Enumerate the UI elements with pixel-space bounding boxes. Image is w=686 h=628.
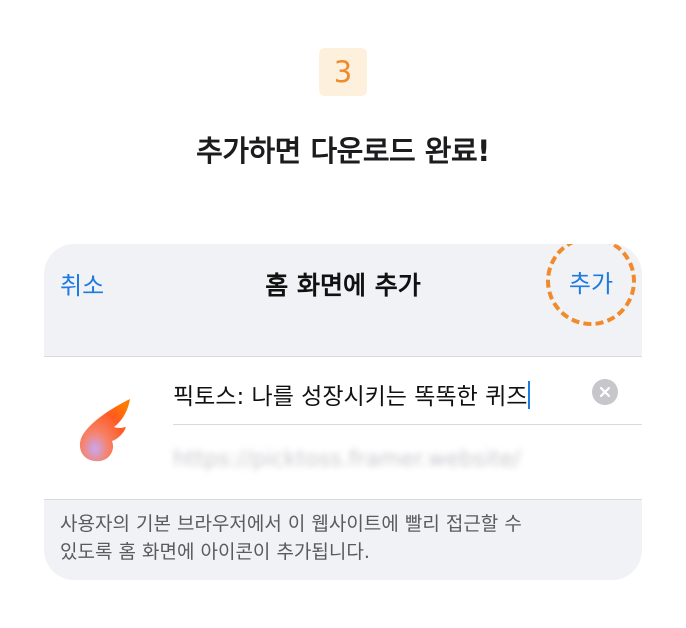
add-button-highlight[interactable]: 추가 (546, 244, 636, 326)
step-number: 3 (333, 55, 353, 89)
app-name-input[interactable]: 픽토스: 나를 성장시키는 똑똑한 퀴즈 (173, 377, 531, 411)
text-caret (528, 381, 531, 409)
sheet-content: 픽토스: 나를 성장시키는 똑똑한 퀴즈 https://picktoss.fr… (44, 356, 642, 500)
footnote-line-2: 있도록 홈 화면에 아이콘이 추가됩니다. (60, 541, 370, 563)
app-name-field[interactable]: 픽토스: 나를 성장시키는 똑똑한 퀴즈 (173, 357, 642, 425)
footnote-line-1: 사용자의 기본 브라우저에서 이 웹사이트에 빨리 접근할 수 (60, 513, 522, 535)
add-to-home-screen-sheet: 취소 홈 화면에 추가 추가 픽토스: 나를 성장시키는 똑똑한 퀴즈 http… (44, 244, 642, 580)
app-name-value: 픽토스: 나를 성장시키는 똑똑한 퀴즈 (173, 384, 528, 410)
website-url: https://picktoss.framer.website/ (173, 447, 521, 472)
clear-x-icon[interactable] (592, 379, 618, 405)
add-button[interactable]: 추가 (569, 264, 613, 299)
step-number-badge: 3 (319, 48, 367, 96)
sheet-nav-bar: 취소 홈 화면에 추가 추가 (44, 244, 642, 356)
sheet-footnote: 사용자의 기본 브라우저에서 이 웹사이트에 빨리 접근할 수 있도록 홈 화면… (60, 510, 620, 566)
page-headline: 추가하면 다운로드 완료! (196, 134, 490, 168)
flame-logo-icon (79, 399, 130, 462)
